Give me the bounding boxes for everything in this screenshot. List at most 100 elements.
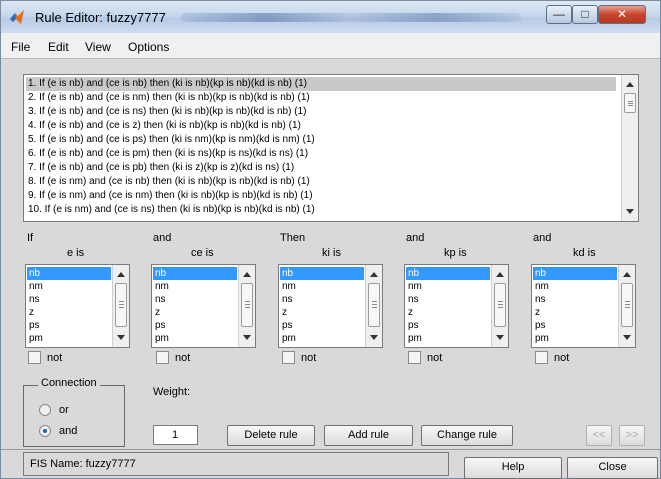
- rule-row[interactable]: 5. If (e is nb) and (ce is ps) then (ki …: [26, 133, 616, 147]
- list-item[interactable]: pm: [27, 332, 111, 345]
- not-label: not: [554, 352, 570, 364]
- scroll-thumb[interactable]: [115, 283, 127, 327]
- list-item[interactable]: ps: [533, 319, 617, 332]
- scroll-thumb[interactable]: [624, 93, 636, 113]
- next-button[interactable]: >>: [619, 425, 645, 446]
- e-membership-list[interactable]: nb nm ns z ps pm: [25, 264, 130, 348]
- col-head-ki: ki is: [322, 247, 341, 259]
- not-checkbox-kd[interactable]: [535, 351, 548, 364]
- divider: [1, 449, 660, 450]
- scroll-down-icon[interactable]: [623, 335, 631, 340]
- list-item[interactable]: z: [153, 306, 237, 319]
- menu-file[interactable]: File: [11, 40, 30, 54]
- list-item[interactable]: pm: [406, 332, 490, 345]
- list-item[interactable]: ps: [27, 319, 111, 332]
- kd-membership-list[interactable]: nb nm ns z ps pm: [531, 264, 636, 348]
- rule-row[interactable]: 3. If (e is nb) and (ce is ns) then (ki …: [26, 105, 616, 119]
- ki-membership-list[interactable]: nb nm ns z ps pm: [278, 264, 383, 348]
- list-item[interactable]: ns: [153, 293, 237, 306]
- list-item[interactable]: nb: [153, 267, 237, 280]
- menu-edit[interactable]: Edit: [48, 40, 69, 54]
- not-checkbox-e[interactable]: [28, 351, 41, 364]
- rule-row[interactable]: 10. If (e is nm) and (ce is ns) then (ki…: [26, 203, 616, 217]
- list-item[interactable]: pm: [153, 332, 237, 345]
- scroll-up-icon[interactable]: [370, 272, 378, 277]
- rule-editor-window: Rule Editor: fuzzy7777 — □ ✕ File Edit V…: [0, 0, 661, 479]
- list-item[interactable]: nb: [280, 267, 364, 280]
- add-rule-button[interactable]: Add rule: [324, 425, 413, 446]
- scroll-up-icon[interactable]: [623, 272, 631, 277]
- list-scrollbar[interactable]: [618, 265, 635, 347]
- list-item[interactable]: ns: [27, 293, 111, 306]
- rule-row[interactable]: 6. If (e is nb) and (ce is pm) then (ki …: [26, 147, 616, 161]
- menu-view[interactable]: View: [85, 40, 111, 54]
- list-item[interactable]: pm: [280, 332, 364, 345]
- list-item[interactable]: nm: [280, 280, 364, 293]
- rule-row[interactable]: 9. If (e is nm) and (ce is nm) then (ki …: [26, 189, 616, 203]
- list-item[interactable]: z: [280, 306, 364, 319]
- not-checkbox-ki[interactable]: [282, 351, 295, 364]
- not-checkbox-kp[interactable]: [408, 351, 421, 364]
- list-item[interactable]: ns: [406, 293, 490, 306]
- ce-membership-list[interactable]: nb nm ns z ps pm: [151, 264, 256, 348]
- scroll-up-icon[interactable]: [117, 272, 125, 277]
- scroll-thumb[interactable]: [368, 283, 380, 327]
- minimize-button[interactable]: —: [546, 5, 572, 24]
- rule-row[interactable]: 8. If (e is nm) and (ce is nb) then (ki …: [26, 175, 616, 189]
- help-button[interactable]: Help: [464, 457, 562, 479]
- scroll-thumb[interactable]: [241, 283, 253, 327]
- list-item[interactable]: z: [406, 306, 490, 319]
- scroll-down-icon[interactable]: [243, 335, 251, 340]
- list-item[interactable]: nm: [27, 280, 111, 293]
- col-head-and-3: and: [533, 232, 552, 244]
- list-item[interactable]: z: [533, 306, 617, 319]
- and-radio[interactable]: [39, 425, 51, 437]
- previous-button[interactable]: <<: [586, 425, 612, 446]
- close-window-button[interactable]: ✕: [598, 5, 646, 24]
- scroll-down-icon[interactable]: [370, 335, 378, 340]
- delete-rule-button[interactable]: Delete rule: [227, 425, 315, 446]
- scroll-thumb[interactable]: [494, 283, 506, 327]
- maximize-button[interactable]: □: [572, 5, 598, 24]
- list-item[interactable]: pm: [533, 332, 617, 345]
- list-item[interactable]: nm: [533, 280, 617, 293]
- title-bar[interactable]: Rule Editor: fuzzy7777 — □ ✕: [1, 1, 660, 33]
- list-scrollbar[interactable]: [238, 265, 255, 347]
- list-item[interactable]: ps: [406, 319, 490, 332]
- list-item[interactable]: nm: [153, 280, 237, 293]
- menu-options[interactable]: Options: [128, 40, 169, 54]
- not-label: not: [301, 352, 317, 364]
- list-item[interactable]: nb: [27, 267, 111, 280]
- list-scrollbar[interactable]: [491, 265, 508, 347]
- change-rule-button[interactable]: Change rule: [421, 425, 513, 446]
- list-item[interactable]: nb: [406, 267, 490, 280]
- list-item[interactable]: ns: [280, 293, 364, 306]
- close-button[interactable]: Close: [567, 457, 658, 479]
- rule-row[interactable]: 2. If (e is nb) and (ce is nm) then (ki …: [26, 91, 616, 105]
- list-item[interactable]: z: [27, 306, 111, 319]
- or-radio[interactable]: [39, 404, 51, 416]
- kp-membership-list[interactable]: nb nm ns z ps pm: [404, 264, 509, 348]
- scroll-down-icon[interactable]: [117, 335, 125, 340]
- rule-row[interactable]: 1. If (e is nb) and (ce is nb) then (ki …: [26, 77, 616, 91]
- rule-row[interactable]: 7. If (e is nb) and (ce is pb) then (ki …: [26, 161, 616, 175]
- not-checkbox-ce[interactable]: [156, 351, 169, 364]
- scroll-up-icon[interactable]: [626, 82, 634, 87]
- list-item[interactable]: nm: [406, 280, 490, 293]
- rule-list-scrollbar[interactable]: [621, 75, 638, 221]
- scroll-up-icon[interactable]: [496, 272, 504, 277]
- minimize-icon: —: [553, 7, 565, 21]
- list-item[interactable]: nb: [533, 267, 617, 280]
- list-scrollbar[interactable]: [365, 265, 382, 347]
- scroll-thumb[interactable]: [621, 283, 633, 327]
- list-item[interactable]: ps: [280, 319, 364, 332]
- rule-list[interactable]: 1. If (e is nb) and (ce is nb) then (ki …: [23, 74, 639, 222]
- weight-input[interactable]: 1: [153, 425, 198, 445]
- scroll-down-icon[interactable]: [496, 335, 504, 340]
- list-item[interactable]: ps: [153, 319, 237, 332]
- list-scrollbar[interactable]: [112, 265, 129, 347]
- list-item[interactable]: ns: [533, 293, 617, 306]
- scroll-down-icon[interactable]: [626, 209, 634, 214]
- scroll-up-icon[interactable]: [243, 272, 251, 277]
- rule-row[interactable]: 4. If (e is nb) and (ce is z) then (ki i…: [26, 119, 616, 133]
